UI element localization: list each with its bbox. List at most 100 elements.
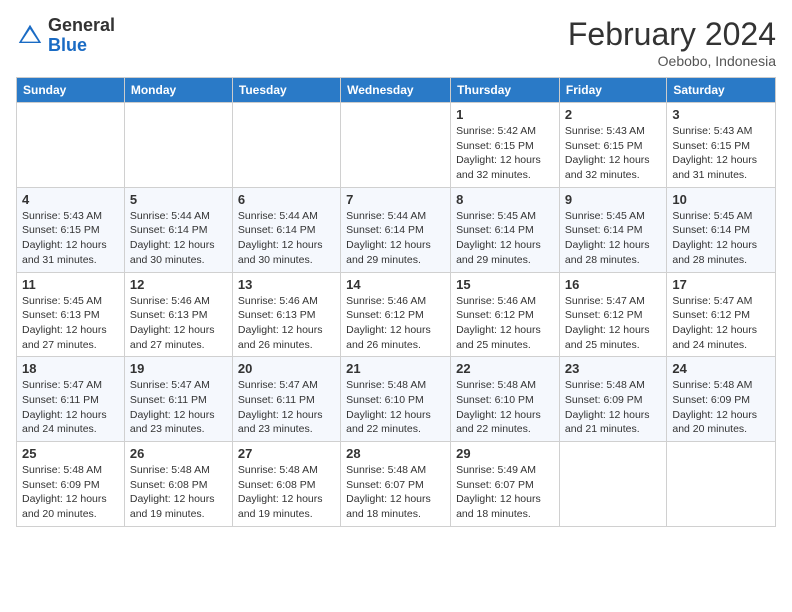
day-number: 24	[672, 361, 770, 376]
calendar-cell: 13 Sunrise: 5:46 AM Sunset: 6:13 PM Dayli…	[232, 272, 340, 357]
day-number: 26	[130, 446, 227, 461]
calendar-week-row: 4 Sunrise: 5:43 AM Sunset: 6:15 PM Daylig…	[17, 187, 776, 272]
day-number: 8	[456, 192, 554, 207]
day-info: Sunrise: 5:48 AM Sunset: 6:09 PM Dayligh…	[22, 463, 119, 522]
day-info: Sunrise: 5:46 AM Sunset: 6:12 PM Dayligh…	[456, 294, 554, 353]
day-info: Sunrise: 5:46 AM Sunset: 6:12 PM Dayligh…	[346, 294, 445, 353]
day-info: Sunrise: 5:47 AM Sunset: 6:11 PM Dayligh…	[130, 378, 227, 437]
day-number: 6	[238, 192, 335, 207]
day-number: 17	[672, 277, 770, 292]
logo-text: General Blue	[48, 16, 115, 56]
month-title: February 2024	[568, 16, 776, 53]
calendar-cell: 8 Sunrise: 5:45 AM Sunset: 6:14 PM Daylig…	[451, 187, 560, 272]
weekday-header: Monday	[124, 78, 232, 103]
calendar-cell: 21 Sunrise: 5:48 AM Sunset: 6:10 PM Dayli…	[341, 357, 451, 442]
calendar-week-row: 25 Sunrise: 5:48 AM Sunset: 6:09 PM Dayli…	[17, 442, 776, 527]
day-number: 28	[346, 446, 445, 461]
day-number: 9	[565, 192, 661, 207]
weekday-header: Thursday	[451, 78, 560, 103]
calendar-cell: 7Sunrise: 5:44 AM Sunset: 6:14 PM Daylig…	[341, 187, 451, 272]
day-number: 18	[22, 361, 119, 376]
calendar-week-row: 18 Sunrise: 5:47 AM Sunset: 6:11 PM Dayli…	[17, 357, 776, 442]
calendar-cell	[667, 442, 776, 527]
day-info: Sunrise: 5:44 AM Sunset: 6:14 PM Dayligh…	[238, 209, 335, 268]
location: Oebobo, Indonesia	[568, 53, 776, 69]
logo-blue: Blue	[48, 36, 115, 56]
day-info: Sunrise: 5:48 AM Sunset: 6:07 PM Dayligh…	[346, 463, 445, 522]
title-block: February 2024 Oebobo, Indonesia	[568, 16, 776, 69]
day-number: 4	[22, 192, 119, 207]
day-info: Sunrise: 5:46 AM Sunset: 6:13 PM Dayligh…	[238, 294, 335, 353]
weekday-header: Saturday	[667, 78, 776, 103]
calendar-cell: 24Sunrise: 5:48 AM Sunset: 6:09 PM Dayli…	[667, 357, 776, 442]
day-info: Sunrise: 5:43 AM Sunset: 6:15 PM Dayligh…	[565, 124, 661, 183]
weekday-row: SundayMondayTuesdayWednesdayThursdayFrid…	[17, 78, 776, 103]
day-number: 23	[565, 361, 661, 376]
weekday-header: Friday	[559, 78, 666, 103]
calendar-cell	[341, 103, 451, 188]
day-number: 20	[238, 361, 335, 376]
day-number: 3	[672, 107, 770, 122]
day-number: 10	[672, 192, 770, 207]
calendar-cell: 3Sunrise: 5:43 AM Sunset: 6:15 PM Daylig…	[667, 103, 776, 188]
day-number: 19	[130, 361, 227, 376]
weekday-header: Wednesday	[341, 78, 451, 103]
day-info: Sunrise: 5:44 AM Sunset: 6:14 PM Dayligh…	[346, 209, 445, 268]
day-number: 25	[22, 446, 119, 461]
day-number: 22	[456, 361, 554, 376]
calendar-cell: 25 Sunrise: 5:48 AM Sunset: 6:09 PM Dayli…	[17, 442, 125, 527]
calendar-cell: 23 Sunrise: 5:48 AM Sunset: 6:09 PM Dayli…	[559, 357, 666, 442]
day-info: Sunrise: 5:45 AM Sunset: 6:14 PM Dayligh…	[672, 209, 770, 268]
page-header: General Blue February 2024 Oebobo, Indon…	[16, 16, 776, 69]
calendar-week-row: 11 Sunrise: 5:45 AM Sunset: 6:13 PM Dayli…	[17, 272, 776, 357]
calendar-cell: 28 Sunrise: 5:48 AM Sunset: 6:07 PM Dayli…	[341, 442, 451, 527]
calendar-cell: 27 Sunrise: 5:48 AM Sunset: 6:08 PM Dayli…	[232, 442, 340, 527]
calendar-cell: 6 Sunrise: 5:44 AM Sunset: 6:14 PM Daylig…	[232, 187, 340, 272]
day-number: 15	[456, 277, 554, 292]
day-number: 12	[130, 277, 227, 292]
weekday-header: Sunday	[17, 78, 125, 103]
day-number: 16	[565, 277, 661, 292]
calendar-cell: 10 Sunrise: 5:45 AM Sunset: 6:14 PM Dayli…	[667, 187, 776, 272]
calendar-cell: 19 Sunrise: 5:47 AM Sunset: 6:11 PM Dayli…	[124, 357, 232, 442]
calendar-cell: 17Sunrise: 5:47 AM Sunset: 6:12 PM Dayli…	[667, 272, 776, 357]
calendar-cell: 22 Sunrise: 5:48 AM Sunset: 6:10 PM Dayli…	[451, 357, 560, 442]
logo-general: General	[48, 16, 115, 36]
calendar-cell: 29 Sunrise: 5:49 AM Sunset: 6:07 PM Dayli…	[451, 442, 560, 527]
day-info: Sunrise: 5:43 AM Sunset: 6:15 PM Dayligh…	[22, 209, 119, 268]
calendar-cell: 9 Sunrise: 5:45 AM Sunset: 6:14 PM Daylig…	[559, 187, 666, 272]
calendar-cell	[124, 103, 232, 188]
calendar-cell: 20Sunrise: 5:47 AM Sunset: 6:11 PM Dayli…	[232, 357, 340, 442]
calendar-cell: 14 Sunrise: 5:46 AM Sunset: 6:12 PM Dayli…	[341, 272, 451, 357]
day-info: Sunrise: 5:48 AM Sunset: 6:08 PM Dayligh…	[238, 463, 335, 522]
logo-icon	[16, 22, 44, 50]
day-number: 13	[238, 277, 335, 292]
calendar-cell: 5 Sunrise: 5:44 AM Sunset: 6:14 PM Daylig…	[124, 187, 232, 272]
day-number: 14	[346, 277, 445, 292]
day-info: Sunrise: 5:49 AM Sunset: 6:07 PM Dayligh…	[456, 463, 554, 522]
day-info: Sunrise: 5:47 AM Sunset: 6:12 PM Dayligh…	[565, 294, 661, 353]
day-info: Sunrise: 5:45 AM Sunset: 6:13 PM Dayligh…	[22, 294, 119, 353]
calendar-body: 1Sunrise: 5:42 AM Sunset: 6:15 PM Daylig…	[17, 103, 776, 527]
day-number: 5	[130, 192, 227, 207]
day-info: Sunrise: 5:48 AM Sunset: 6:10 PM Dayligh…	[456, 378, 554, 437]
day-info: Sunrise: 5:48 AM Sunset: 6:10 PM Dayligh…	[346, 378, 445, 437]
logo: General Blue	[16, 16, 115, 56]
day-info: Sunrise: 5:45 AM Sunset: 6:14 PM Dayligh…	[456, 209, 554, 268]
day-number: 11	[22, 277, 119, 292]
day-number: 27	[238, 446, 335, 461]
calendar-cell: 16 Sunrise: 5:47 AM Sunset: 6:12 PM Dayli…	[559, 272, 666, 357]
day-info: Sunrise: 5:45 AM Sunset: 6:14 PM Dayligh…	[565, 209, 661, 268]
calendar-cell	[559, 442, 666, 527]
day-number: 1	[456, 107, 554, 122]
day-info: Sunrise: 5:44 AM Sunset: 6:14 PM Dayligh…	[130, 209, 227, 268]
calendar-table: SundayMondayTuesdayWednesdayThursdayFrid…	[16, 77, 776, 527]
calendar-cell: 2Sunrise: 5:43 AM Sunset: 6:15 PM Daylig…	[559, 103, 666, 188]
day-number: 21	[346, 361, 445, 376]
calendar-cell: 1Sunrise: 5:42 AM Sunset: 6:15 PM Daylig…	[451, 103, 560, 188]
day-number: 29	[456, 446, 554, 461]
day-info: Sunrise: 5:48 AM Sunset: 6:08 PM Dayligh…	[130, 463, 227, 522]
day-info: Sunrise: 5:48 AM Sunset: 6:09 PM Dayligh…	[565, 378, 661, 437]
calendar-cell	[232, 103, 340, 188]
calendar-cell: 12Sunrise: 5:46 AM Sunset: 6:13 PM Dayli…	[124, 272, 232, 357]
